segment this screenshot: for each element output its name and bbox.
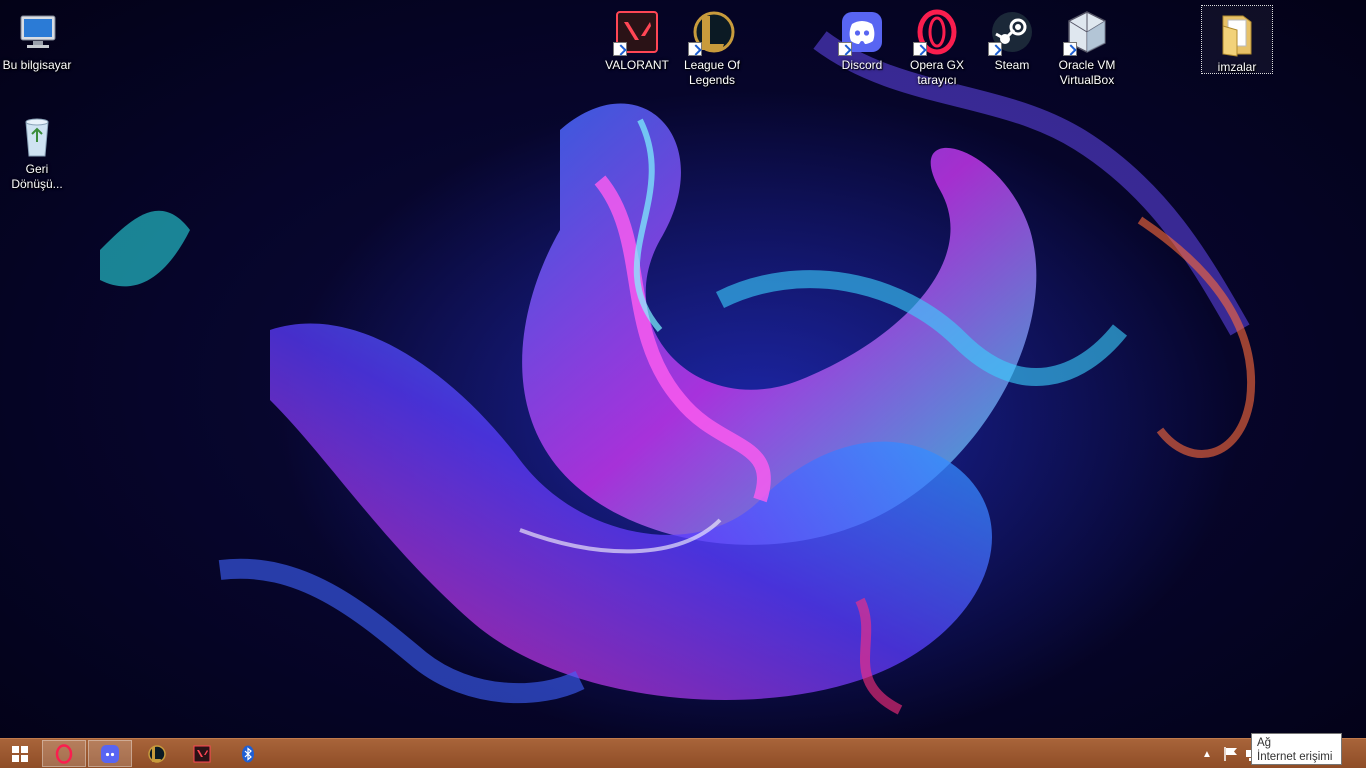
league-of-legends-icon [688, 8, 736, 56]
desktop-icon-league-of-legends[interactable]: League Of Legends [675, 4, 749, 88]
taskbar-button-opera-gx[interactable] [42, 740, 86, 767]
shortcut-arrow-icon [1063, 42, 1077, 56]
desktop-wallpaper [0, 0, 1366, 738]
action-center-flag-icon[interactable] [1222, 746, 1240, 762]
computer-icon [13, 8, 61, 56]
desktop-icon-label: Discord [841, 58, 883, 72]
league-of-legends-icon [148, 744, 166, 763]
shortcut-arrow-icon [613, 42, 627, 56]
desktop-icon-label: Bu bilgisayar [2, 58, 72, 72]
shortcut-arrow-icon [913, 42, 927, 56]
valorant-icon [613, 8, 661, 56]
start-button[interactable] [0, 740, 40, 767]
taskbar-button-valorant[interactable] [180, 740, 224, 767]
folder-icon [1213, 10, 1261, 58]
steam-icon [988, 8, 1036, 56]
desktop-icon-label: Opera GX tarayıcı [909, 58, 965, 87]
opera-gx-icon [913, 8, 961, 56]
desktop-icon-label: VALORANT [605, 58, 669, 72]
desktop-icon-this-pc[interactable]: Bu bilgisayar [0, 4, 74, 73]
windows-start-icon [12, 745, 28, 762]
taskbar-button-discord[interactable] [88, 740, 132, 767]
desktop-icon-label: League Of Legends [683, 58, 741, 87]
shortcut-arrow-icon [838, 42, 852, 56]
taskbar-button-bluetooth[interactable] [226, 740, 270, 767]
desktop-icon-virtualbox[interactable]: Oracle VM VirtualBox [1050, 4, 1124, 88]
opera-gx-icon [55, 743, 73, 764]
desktop-icon-label: Oracle VM VirtualBox [1058, 58, 1116, 87]
virtualbox-icon [1063, 8, 1111, 56]
desktop-icon-label: Geri Dönüşü... [11, 162, 63, 191]
discord-icon [101, 744, 119, 763]
desktop-icon-steam[interactable]: Steam [975, 4, 1049, 73]
bluetooth-icon [242, 745, 254, 762]
desktop-icon-label: Steam [994, 58, 1030, 72]
recycle-bin-icon [13, 112, 61, 160]
desktop-icon-valorant[interactable]: VALORANT [600, 4, 674, 73]
tooltip-status: İnternet erişimi [1257, 751, 1333, 763]
valorant-icon [193, 745, 211, 762]
shortcut-arrow-icon [988, 42, 1002, 56]
show-hidden-icons-icon[interactable]: ▲ [1198, 749, 1216, 760]
taskbar-button-league-of-legends[interactable] [134, 740, 178, 767]
taskbar: ▲ [0, 738, 1366, 768]
discord-icon [838, 8, 886, 56]
desktop-icon-label: imzalar [1217, 60, 1257, 74]
desktop-icon-discord[interactable]: Discord [825, 4, 899, 73]
desktop-icon-opera-gx[interactable]: Opera GX tarayıcı [900, 4, 974, 88]
system-tray: ▲ [1198, 739, 1258, 768]
tooltip-title: Ağ [1257, 737, 1272, 749]
desktop-icon-imzalar-folder[interactable]: imzalar [1201, 5, 1273, 74]
desktop-icon-recycle-bin[interactable]: Geri Dönüşü... [0, 108, 74, 192]
shortcut-arrow-icon [688, 42, 702, 56]
network-tooltip: Ağ İnternet erişimi [1251, 733, 1342, 765]
